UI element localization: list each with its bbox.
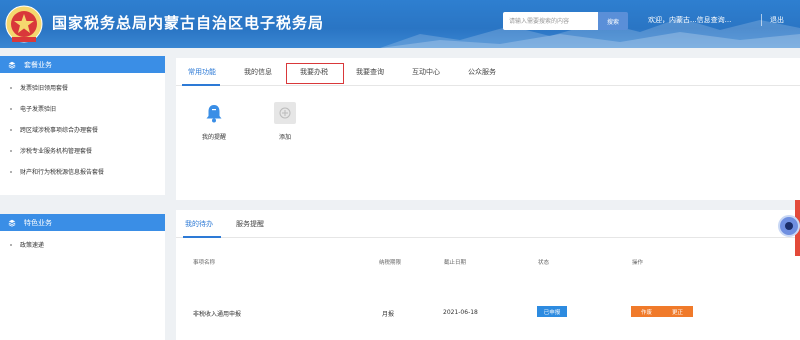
status-badge: 已申报 [537, 306, 567, 317]
logout-link[interactable]: 退出 [770, 15, 784, 25]
column-header-tax-period: 纳税期限 [379, 260, 402, 266]
active-tab-indicator [183, 236, 221, 238]
function-my-reminders[interactable]: 我的提醒 [194, 102, 234, 141]
bullet-icon [10, 86, 12, 89]
sidebar-item-cross-region[interactable]: 跨区域涉税事项综合办理套餐 [0, 119, 165, 140]
sidebar-item-label: 电子发票验旧 [20, 106, 57, 113]
tab-my-info[interactable]: 我的信息 [244, 67, 272, 77]
sidebar-section-packages: 套餐业务 发票验旧领用套餐 电子发票验旧 跨区域涉税事项综合办理套餐 涉税专业服… [0, 56, 165, 195]
void-button[interactable]: 作废 [641, 308, 652, 316]
sidebar-item-e-invoice[interactable]: 电子发票验旧 [0, 98, 165, 119]
function-label: 添加 [278, 134, 291, 141]
sidebar-section-title: 特色业务 [24, 218, 52, 227]
cell-deadline: 2021-06-18 [443, 309, 478, 316]
todo-tabs: 我的待办 服务提醒 [176, 210, 800, 238]
sidebar-item-policy[interactable]: 政策速递 [0, 234, 165, 255]
bullet-icon [10, 170, 12, 173]
header-divider [761, 14, 762, 26]
column-header-status: 状态 [538, 260, 550, 266]
chat-assistant-icon[interactable] [778, 215, 800, 237]
bullet-icon [10, 107, 12, 110]
search-button[interactable]: 搜索 [598, 12, 628, 30]
bullet-icon [10, 149, 12, 152]
main-tabs: 常用功能 我的信息 我要办税 我要查询 互动中心 公众服务 [176, 58, 800, 86]
sidebar-section-header[interactable]: 特色业务 [0, 214, 165, 231]
welcome-text: 欢迎，内蒙古...信息查询... [648, 16, 732, 24]
function-add[interactable]: 添加 [265, 102, 305, 141]
tab-interaction[interactable]: 互动中心 [412, 67, 440, 77]
active-tab-indicator [182, 84, 220, 86]
site-title: 国家税务总局内蒙古自治区电子税务局 [52, 14, 325, 32]
search-input[interactable] [503, 12, 598, 30]
correct-button[interactable]: 更正 [672, 308, 683, 316]
tab-service-reminder[interactable]: 服务提醒 [236, 219, 264, 229]
sidebar: 套餐业务 发票验旧领用套餐 电子发票验旧 跨区域涉税事项综合办理套餐 涉税专业服… [0, 56, 165, 340]
bullet-icon [10, 128, 12, 131]
row-actions: 作废 更正 [631, 306, 693, 317]
tab-public-service[interactable]: 公众服务 [468, 67, 496, 77]
layers-icon [8, 61, 16, 69]
column-header-deadline: 截止日期 [444, 260, 467, 266]
sidebar-item-label: 财产和行为税税源信息报告套餐 [20, 169, 105, 176]
highlight-box [286, 63, 344, 84]
sidebar-item-invoice-package[interactable]: 发票验旧领用套餐 [0, 77, 165, 98]
todo-panel: 我的待办 服务提醒 事项名称 纳税期限 截止日期 状态 操作 非税收入通用申报 … [176, 210, 800, 340]
cell-tax-period: 月报 [382, 311, 395, 318]
sidebar-item-property-tax[interactable]: 财产和行为税税源信息报告套餐 [0, 161, 165, 182]
tab-common-functions[interactable]: 常用功能 [188, 67, 216, 77]
plus-icon [274, 102, 296, 124]
sidebar-item-label: 发票验旧领用套餐 [20, 85, 69, 92]
header-bar: 国家税务总局内蒙古自治区电子税务局 搜索 欢迎，内蒙古...信息查询... 退出 [0, 0, 800, 48]
column-header-actions: 操作 [632, 260, 644, 266]
sidebar-item-service-agency[interactable]: 涉税专业服务机构管理套餐 [0, 140, 165, 161]
functions-panel: 常用功能 我的信息 我要办税 我要查询 互动中心 公众服务 我的提醒 添加 [176, 58, 800, 200]
function-label: 我的提醒 [201, 134, 226, 141]
bullet-icon [10, 243, 12, 246]
tab-query[interactable]: 我要查询 [356, 67, 384, 77]
sidebar-section-header[interactable]: 套餐业务 [0, 56, 165, 73]
bell-icon [206, 105, 222, 123]
layers-icon [8, 219, 16, 227]
sidebar-item-label: 涉税专业服务机构管理套餐 [20, 148, 93, 155]
sidebar-item-label: 政策速递 [20, 242, 45, 249]
tax-emblem-logo [5, 5, 43, 43]
column-header-item-name: 事项名称 [193, 260, 216, 266]
sidebar-section-title: 套餐业务 [24, 60, 52, 69]
cell-item-name: 非税收入通用申报 [193, 311, 242, 318]
tab-my-todo[interactable]: 我的待办 [185, 219, 213, 229]
sidebar-item-label: 跨区域涉税事项综合办理套餐 [20, 127, 99, 134]
sidebar-section-special: 特色业务 政策速递 [0, 214, 165, 340]
